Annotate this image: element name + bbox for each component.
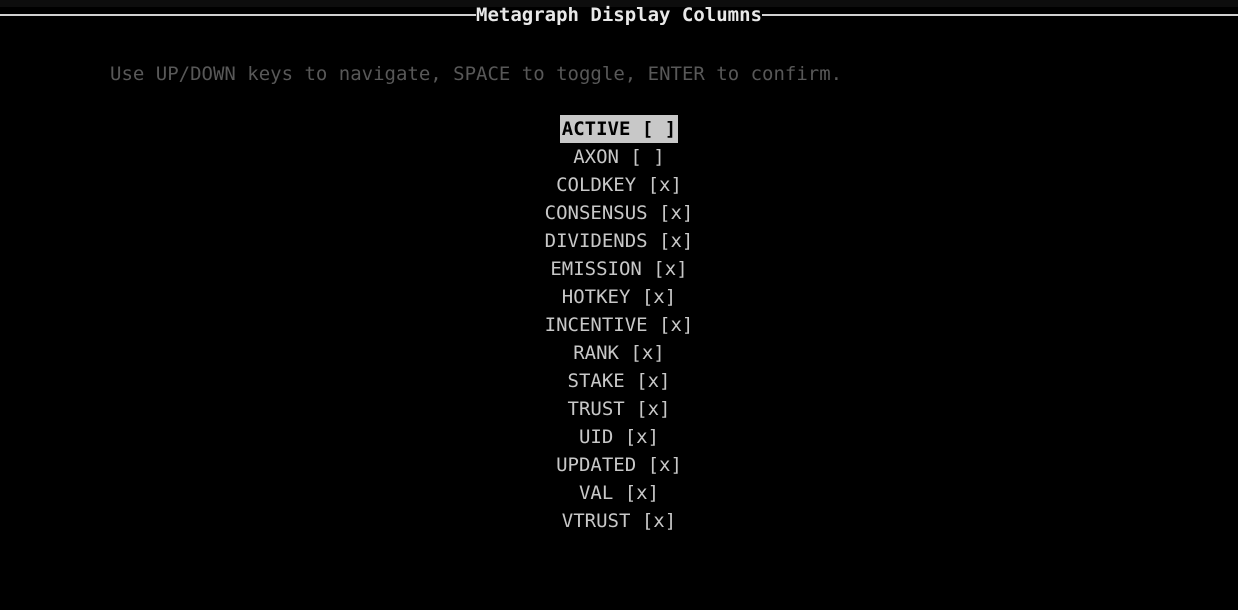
column-item-text: DIVIDENDS [x] [544,230,694,252]
column-list-item-dividends[interactable]: DIVIDENDS [x] [0,227,1238,255]
column-list-item-uid[interactable]: UID [x] [0,423,1238,451]
column-item-text: RANK [x] [573,342,665,364]
column-item-text: COLDKEY [x] [556,174,682,196]
column-item-text: UID [x] [578,426,660,448]
column-list-item-axon[interactable]: AXON [ ] [0,143,1238,171]
column-item-text: STAKE [x] [567,370,671,392]
column-list-item-coldkey[interactable]: COLDKEY [x] [0,171,1238,199]
column-toggle-list: ACTIVE [ ] AXON [ ] COLDKEY [x] CONSENSUS [… [0,115,1238,535]
title-rule-left [0,14,477,16]
page-title: Metagraph Display Columns [476,4,762,26]
column-list-item-val[interactable]: VAL [x] [0,479,1238,507]
column-list-item-rank[interactable]: RANK [x] [0,339,1238,367]
column-item-text: VTRUST [x] [561,510,677,532]
column-item-text: TRUST [x] [567,398,671,420]
column-item-text: VAL [x] [578,482,660,504]
column-list-item-consensus[interactable]: CONSENSUS [x] [0,199,1238,227]
column-item-text: INCENTIVE [x] [544,314,694,336]
column-list-item-incentive[interactable]: INCENTIVE [x] [0,311,1238,339]
column-list-item-trust[interactable]: TRUST [x] [0,395,1238,423]
column-item-text: AXON [ ] [573,146,665,168]
column-item-text: HOTKEY [x] [561,286,677,308]
column-list-item-updated[interactable]: UPDATED [x] [0,451,1238,479]
column-list-item-emission[interactable]: EMISSION [x] [0,255,1238,283]
column-list-item-active[interactable]: ACTIVE [ ] [0,115,1238,143]
column-list-item-vtrust[interactable]: VTRUST [x] [0,507,1238,535]
column-list-item-stake[interactable]: STAKE [x] [0,367,1238,395]
keyboard-hint-text: Use UP/DOWN keys to navigate, SPACE to t… [110,63,843,85]
dialog-title-bar: Metagraph Display Columns [0,2,1238,28]
terminal-screen: Metagraph Display Columns Use UP/DOWN ke… [0,0,1238,610]
column-item-text: ACTIVE [ ] [559,115,679,143]
title-rule-right [762,14,1238,16]
column-item-text: CONSENSUS [x] [544,202,694,224]
column-item-text: EMISSION [x] [550,258,688,280]
column-item-text: UPDATED [x] [556,454,682,476]
column-list-item-hotkey[interactable]: HOTKEY [x] [0,283,1238,311]
